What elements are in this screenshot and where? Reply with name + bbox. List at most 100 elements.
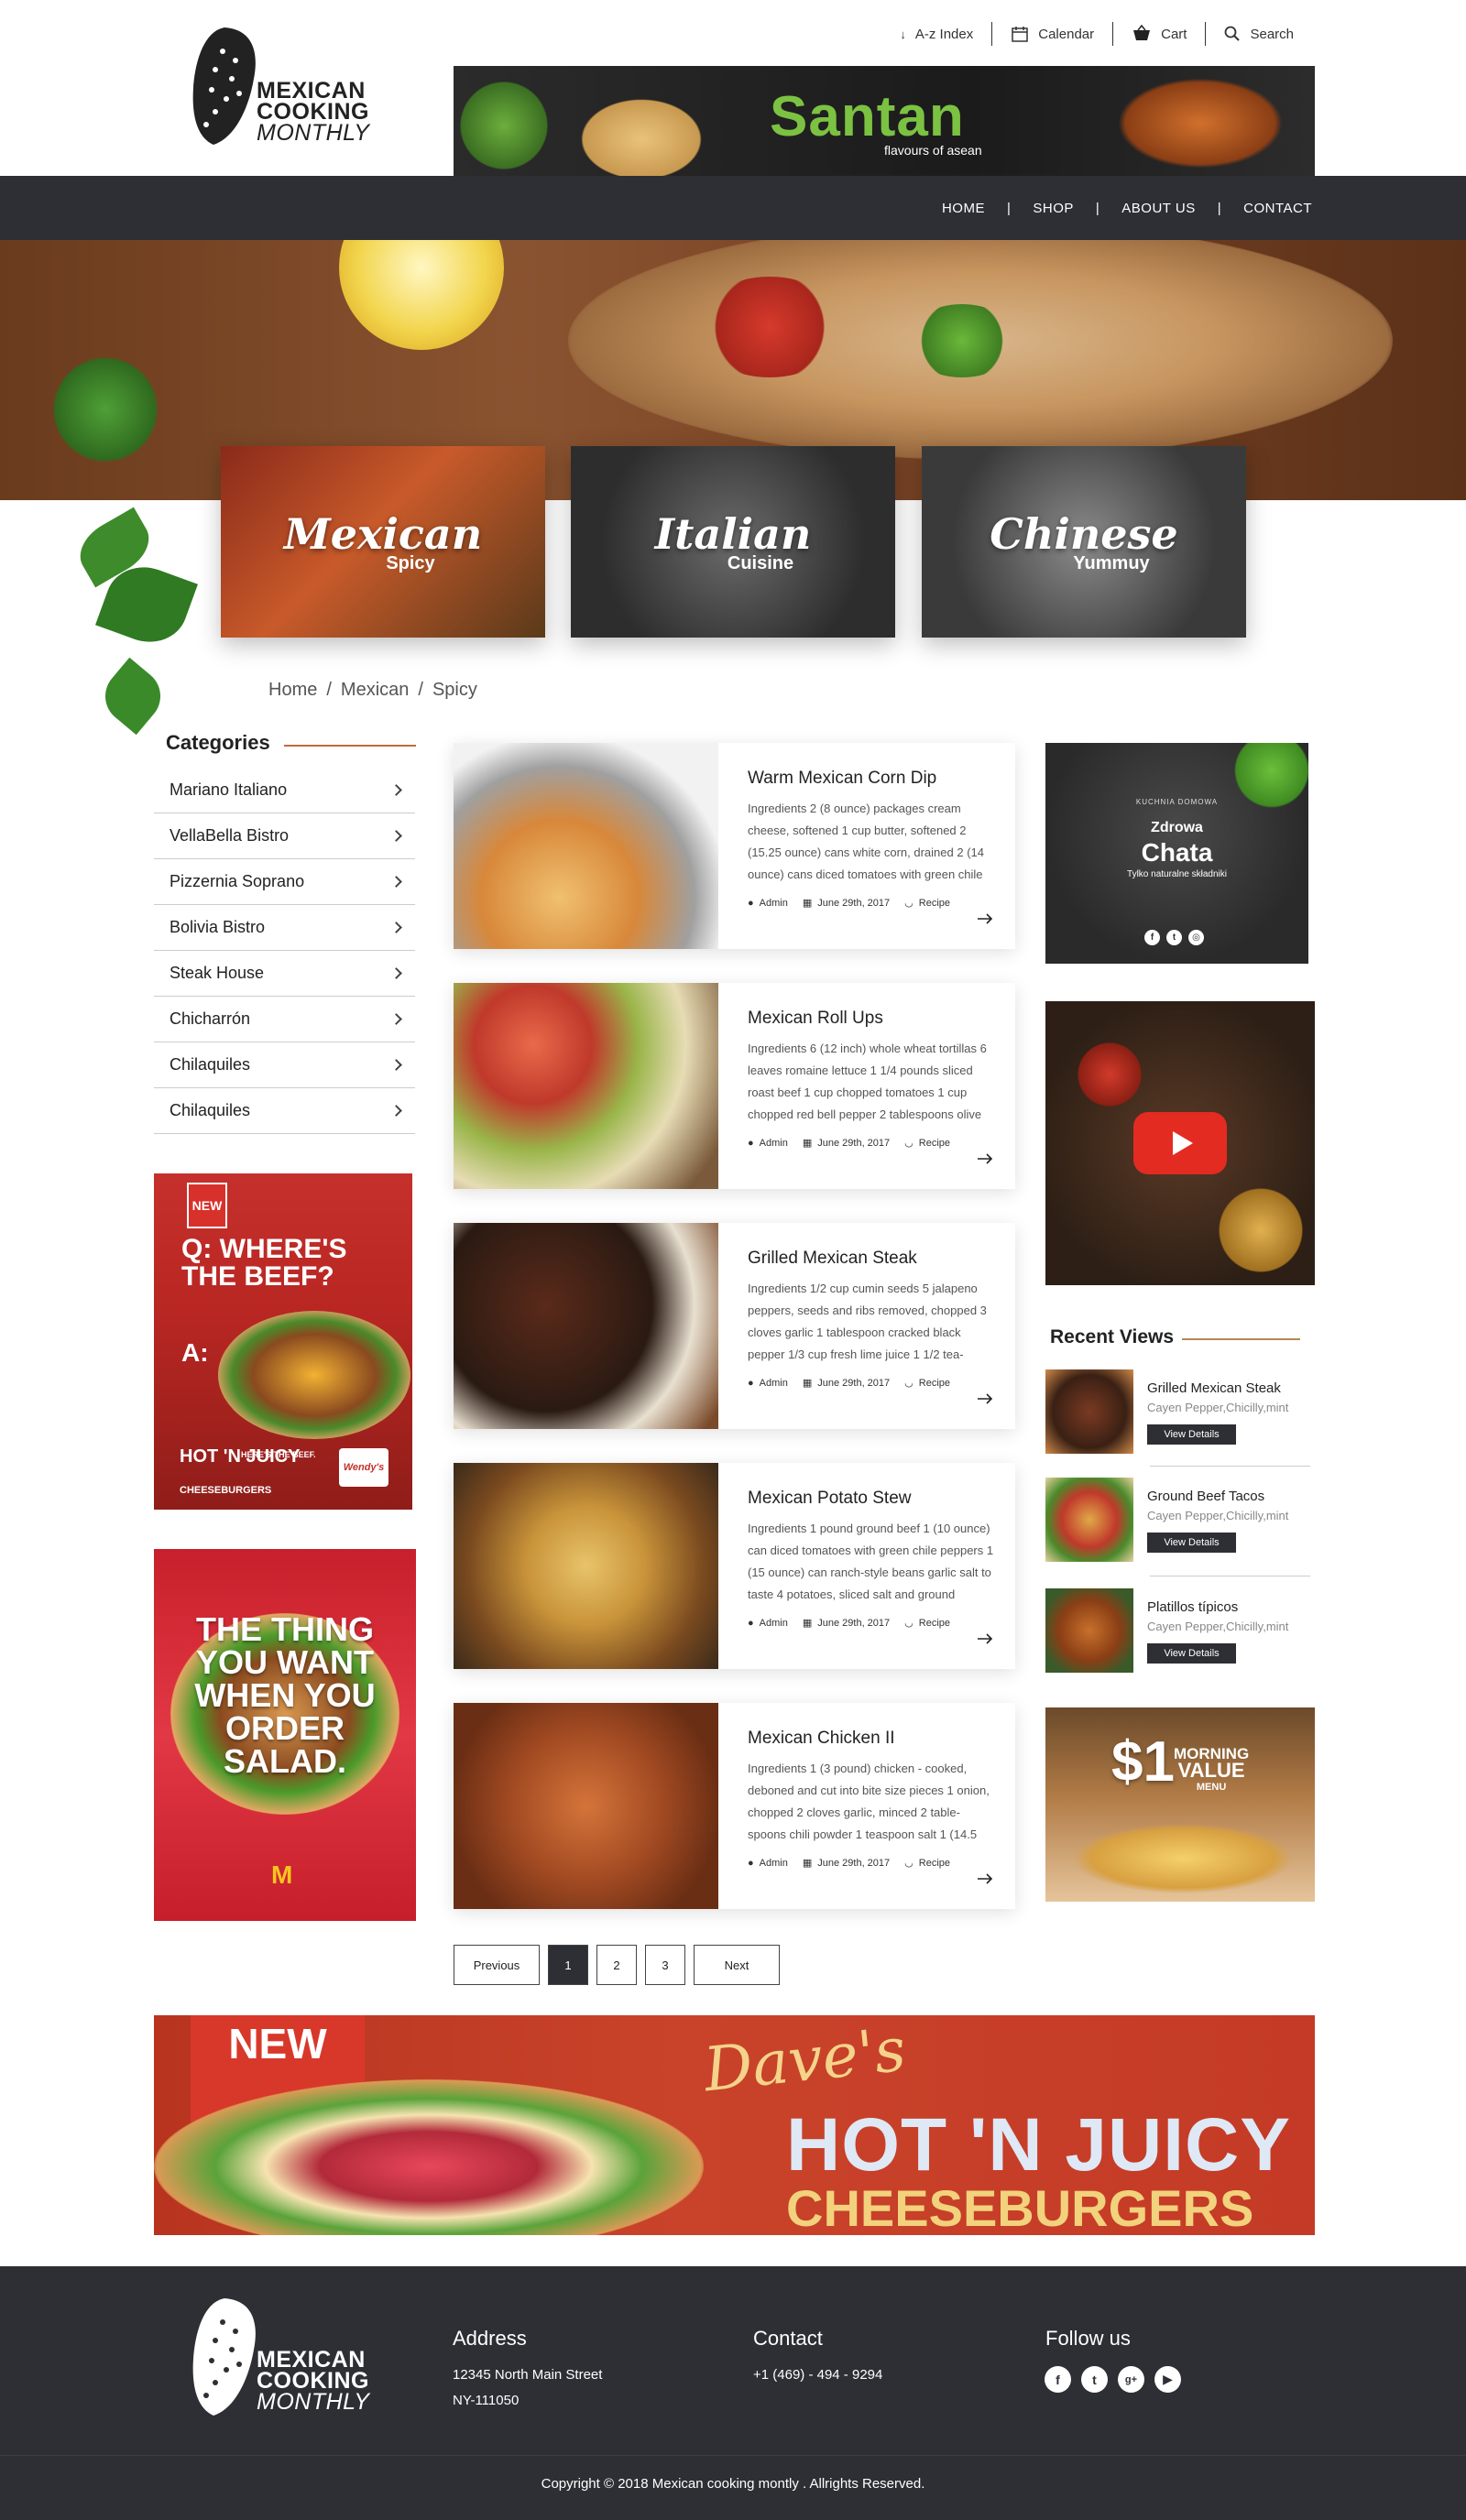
daves-line-2: CHEESEBURGERS xyxy=(786,2179,1254,2235)
search-link[interactable]: Search xyxy=(1206,26,1294,42)
category-item[interactable]: Steak House xyxy=(154,951,415,997)
chevron-right-icon xyxy=(390,1059,402,1071)
nav-contact[interactable]: CONTACT xyxy=(1243,201,1312,216)
wendys-small-head: HERE'S THE BEEF. xyxy=(241,1450,316,1459)
bowl-icon: ◡ xyxy=(904,1858,914,1869)
category-item[interactable]: Pizzernia Soprano xyxy=(154,859,415,905)
utility-nav: ↓ A-z Index Calendar Cart Search xyxy=(881,20,1294,48)
address-heading: Address xyxy=(453,2327,527,2350)
breadcrumb-home[interactable]: Home xyxy=(268,680,317,701)
post-excerpt: Ingredients 1 (3 pound) chicken - cooked… xyxy=(748,1762,990,1841)
recent-ingredients: Cayen Pepper,Chicilly,mint xyxy=(1147,1620,1289,1633)
recent-item[interactable]: Ground Beef Tacos Cayen Pepper,Chicilly,… xyxy=(1045,1478,1311,1562)
wendys-ad[interactable]: NEW Q: WHERE'S THE BEEF? A: HOT 'N JUICY… xyxy=(154,1173,412,1510)
category-tile-chinese[interactable]: Chinese Yummuy xyxy=(922,446,1246,638)
chevron-right-icon xyxy=(390,784,402,796)
view-details-button[interactable]: View Details xyxy=(1147,1533,1236,1553)
post-card[interactable]: Mexican Potato Stew Ingredients 1 pound … xyxy=(454,1463,1015,1669)
recent-name[interactable]: Grilled Mexican Steak xyxy=(1147,1380,1281,1396)
post-title[interactable]: Mexican Roll Ups xyxy=(748,1009,883,1029)
recent-name[interactable]: Ground Beef Tacos xyxy=(1147,1489,1264,1504)
chevron-right-icon xyxy=(390,830,402,842)
brand-line-3: MONTHLY xyxy=(257,2389,370,2415)
category-tile-italian[interactable]: Italian Cuisine xyxy=(571,446,895,638)
social-links: f t g+ ▶ xyxy=(1045,2366,1181,2393)
instagram-icon[interactable]: ◎ xyxy=(1188,930,1204,945)
santan-logo-text: Santan xyxy=(770,85,965,148)
category-item[interactable]: Bolivia Bistro xyxy=(154,905,415,951)
arrow-right-icon[interactable] xyxy=(977,913,993,924)
view-details-button[interactable]: View Details xyxy=(1147,1643,1236,1664)
page-1-button[interactable]: 1 xyxy=(548,1945,588,1985)
breadcrumb-spicy: Spicy xyxy=(432,680,477,700)
post-card[interactable]: Grilled Mexican Steak Ingredients 1/2 cu… xyxy=(454,1223,1015,1429)
twitter-icon[interactable]: t xyxy=(1081,2366,1108,2393)
calendar-link[interactable]: Calendar xyxy=(992,25,1112,43)
youtube-icon[interactable]: ▶ xyxy=(1154,2366,1181,2393)
daves-hot-n-juicy-ad[interactable]: NEW Dave's HOT 'N JUICY CHEESEBURGERS xyxy=(154,2015,1315,2235)
taco-logo-icon xyxy=(192,2298,256,2416)
cart-link[interactable]: Cart xyxy=(1113,25,1205,43)
calendar-icon: ▦ xyxy=(802,1618,813,1629)
facebook-icon[interactable]: f xyxy=(1045,2366,1071,2393)
recent-views-heading: Recent Views xyxy=(1050,1326,1175,1347)
post-image xyxy=(454,1463,718,1669)
prev-page-button[interactable]: Previous xyxy=(454,1945,540,1985)
morning-value-menu-ad[interactable]: $1 MORNING VALUE MENU xyxy=(1045,1707,1315,1902)
pagination: Previous 1 2 3 Next xyxy=(454,1945,780,1985)
value-price: $1 xyxy=(1111,1730,1175,1794)
category-item[interactable]: Mariano Italiano xyxy=(154,768,415,813)
zdrowa-chata-ad[interactable]: KUCHNIA DOMOWA Zdrowa Chata Tylko natura… xyxy=(1045,743,1308,964)
twitter-icon[interactable]: t xyxy=(1166,930,1182,945)
post-title[interactable]: Grilled Mexican Steak xyxy=(748,1249,917,1269)
post-image xyxy=(454,743,718,949)
user-icon: ● xyxy=(748,897,754,909)
page-3-button[interactable]: 3 xyxy=(645,1945,685,1985)
mcdonalds-ad[interactable]: THE THING YOU WANT WHEN YOU ORDER SALAD.… xyxy=(154,1549,416,1921)
recent-thumb xyxy=(1045,1588,1133,1673)
footer-logo[interactable]: MEXICAN COOKING MONTHLY xyxy=(188,2295,389,2423)
view-details-button[interactable]: View Details xyxy=(1147,1424,1236,1445)
post-card[interactable]: Mexican Roll Ups Ingredients 6 (12 inch)… xyxy=(454,983,1015,1189)
site-logo[interactable]: MEXICAN COOKING MONTHLY xyxy=(188,24,394,157)
chevron-right-icon xyxy=(390,967,402,979)
new-badge: NEW xyxy=(187,1183,227,1228)
recent-item[interactable]: Grilled Mexican Steak Cayen Pepper,Chici… xyxy=(1045,1369,1311,1454)
post-title[interactable]: Mexican Chicken II xyxy=(748,1729,895,1749)
breadcrumb-mexican[interactable]: Mexican xyxy=(341,680,409,701)
nav-shop[interactable]: SHOP xyxy=(1033,201,1074,216)
post-image xyxy=(454,983,718,1189)
post-title[interactable]: Warm Mexican Corn Dip xyxy=(748,769,936,789)
page-2-button[interactable]: 2 xyxy=(596,1945,637,1985)
post-title[interactable]: Mexican Potato Stew xyxy=(748,1489,911,1509)
category-item[interactable]: Chilaquiles xyxy=(154,1088,415,1134)
category-item[interactable]: Chilaquiles xyxy=(154,1042,415,1088)
category-item[interactable]: VellaBella Bistro xyxy=(154,813,415,859)
wendys-logo: Wendy's xyxy=(339,1448,388,1487)
arrow-right-icon[interactable] xyxy=(977,1393,993,1404)
facebook-icon[interactable]: f xyxy=(1144,930,1160,945)
az-index-link[interactable]: ↓ A-z Index xyxy=(881,27,991,42)
categories-heading: Categories xyxy=(166,731,270,754)
contact-phone[interactable]: +1 (469) - 494 - 9294 xyxy=(753,2367,882,2383)
post-card[interactable]: Mexican Chicken II Ingredients 1 (3 poun… xyxy=(454,1703,1015,1909)
user-icon: ● xyxy=(748,1137,754,1149)
post-card[interactable]: Warm Mexican Corn Dip Ingredients 2 (8 o… xyxy=(454,743,1015,949)
category-tile-mexican[interactable]: Mexican Spicy xyxy=(221,446,545,638)
next-page-button[interactable]: Next xyxy=(694,1945,780,1985)
arrow-right-icon[interactable] xyxy=(977,1633,993,1644)
arrow-right-icon[interactable] xyxy=(977,1873,993,1884)
nav-home[interactable]: HOME xyxy=(942,201,985,216)
video-thumbnail[interactable] xyxy=(1045,1001,1315,1285)
recent-item[interactable]: Platillos típicos Cayen Pepper,Chicilly,… xyxy=(1045,1588,1311,1673)
category-item[interactable]: Chicharrón xyxy=(154,997,415,1042)
arrow-right-icon[interactable] xyxy=(977,1153,993,1164)
santan-ad-banner[interactable]: Santan flavours of asean xyxy=(454,66,1315,176)
google-plus-icon[interactable]: g+ xyxy=(1118,2366,1144,2393)
recent-name[interactable]: Platillos típicos xyxy=(1147,1599,1238,1615)
wendys-answer: A: xyxy=(181,1338,209,1367)
youtube-play-icon[interactable] xyxy=(1133,1112,1227,1174)
value-line-2: VALUE xyxy=(1177,1759,1245,1782)
lemon-image xyxy=(339,240,504,350)
nav-about-us[interactable]: ABOUT US xyxy=(1121,201,1195,216)
